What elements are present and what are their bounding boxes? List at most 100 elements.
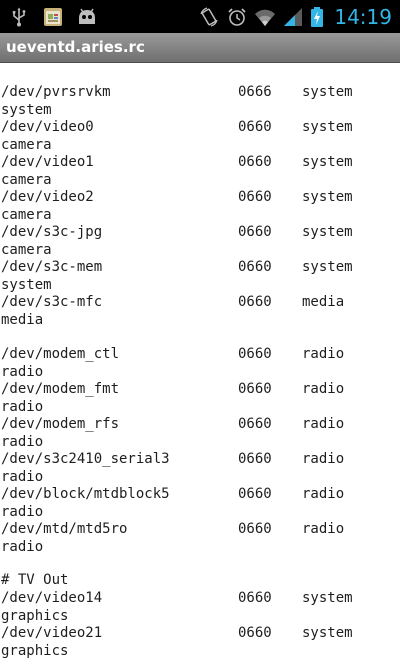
text-line: /dev/video14 0660 system (0, 589, 400, 607)
device-path: /dev/video14 (1, 590, 103, 606)
text-line: system (0, 276, 400, 294)
owner-user: system (302, 119, 353, 135)
permission-value: 0666 (238, 84, 272, 100)
owner-group: media (1, 312, 44, 328)
permission-value: 0660 (238, 416, 272, 432)
permission-value: 0660 (238, 521, 272, 537)
clock: 14:19 (334, 5, 392, 29)
device-path: /dev/s3c-jpg (1, 224, 103, 240)
permission-value: 0660 (238, 154, 272, 170)
file-content[interactable]: /dev/pvrsrvkm 0666 system system /dev/vi… (0, 63, 400, 664)
device-path: /dev/s3c-mem (1, 259, 103, 275)
device-path: /dev/pvrsrvkm (1, 84, 111, 100)
text-line: /dev/pvrsrvkm 0666 system (0, 83, 400, 101)
text-line: radio (0, 433, 400, 451)
owner-group: radio (1, 539, 44, 555)
text-line: /dev/mtd/mtd5ro 0660 radio (0, 520, 400, 538)
text-line: radio (0, 538, 400, 556)
owner-group: radio (1, 364, 44, 380)
owner-group: graphics (1, 643, 69, 659)
text-line: radio (0, 398, 400, 416)
owner-group: radio (1, 399, 44, 415)
owner-user: radio (302, 521, 345, 537)
text-line: /dev/modem_ctl 0660 radio (0, 345, 400, 363)
text-line: /dev/video0 0660 system (0, 118, 400, 136)
device-path: /dev/video1 (1, 154, 94, 170)
owner-group: radio (1, 434, 44, 450)
owner-user: system (302, 84, 353, 100)
text-line: /dev/video2 0660 system (0, 188, 400, 206)
device-path: /dev/modem_rfs (1, 416, 120, 432)
text-line: camera (0, 136, 400, 154)
text-line: /dev/video1 0660 system (0, 153, 400, 171)
battery-charging-icon (310, 6, 324, 28)
device-path: /dev/mtd/mtd5ro (1, 521, 128, 537)
permission-value: 0660 (238, 346, 272, 362)
permission-value: 0660 (238, 294, 272, 310)
device-path: /dev/s3c-mfc (1, 294, 103, 310)
permission-value: 0660 (238, 625, 272, 641)
wifi-icon (254, 6, 276, 28)
text-line: radio (0, 468, 400, 486)
cell-signal-icon (282, 6, 304, 28)
permission-value: 0660 (238, 224, 272, 240)
permission-value: 0660 (238, 486, 272, 502)
owner-user: radio (302, 381, 345, 397)
text-line: camera (0, 206, 400, 224)
owner-user: system (302, 224, 353, 240)
usb-icon (8, 6, 30, 28)
owner-group: radio (1, 504, 44, 520)
text-line: /dev/modem_fmt 0660 radio (0, 380, 400, 398)
owner-user: system (302, 590, 353, 606)
page-title: ueventd.aries.rc (6, 38, 145, 56)
owner-group: graphics (1, 608, 69, 624)
text-line: radio (0, 503, 400, 521)
comment-line: # TV Out (0, 571, 400, 589)
permission-value: 0660 (238, 381, 272, 397)
text-line: /dev/s3c2410_serial3 0660 radio (0, 450, 400, 468)
permission-value: 0660 (238, 119, 272, 135)
owner-user: radio (302, 486, 345, 502)
text-line: system (0, 101, 400, 119)
permission-value: 0660 (238, 451, 272, 467)
text-line: /dev/s3c-jpg 0660 system (0, 223, 400, 241)
text-line: camera (0, 171, 400, 189)
device-path: /dev/s3c2410_serial3 (1, 451, 170, 467)
notes-app-icon (42, 6, 64, 28)
device-path: /dev/video0 (1, 119, 94, 135)
text-line: /dev/modem_rfs 0660 radio (0, 415, 400, 433)
owner-group: camera (1, 242, 52, 258)
owner-group: camera (1, 172, 52, 188)
device-path: /dev/modem_ctl (1, 346, 120, 362)
device-path: /dev/modem_fmt (1, 381, 120, 397)
owner-user: system (302, 189, 353, 205)
owner-group: radio (1, 469, 44, 485)
device-path: /dev/block/mtdblock5 (1, 486, 170, 502)
android-debug-icon (76, 6, 98, 28)
status-bar: 14:19 (0, 0, 400, 33)
owner-user: system (302, 154, 353, 170)
text-line: /dev/s3c-mfc 0660 media (0, 293, 400, 311)
owner-user: media (302, 294, 345, 310)
device-path: /dev/video2 (1, 189, 94, 205)
screen-rotation-icon (198, 6, 220, 28)
owner-user: radio (302, 346, 345, 362)
owner-user: radio (302, 451, 345, 467)
owner-group: camera (1, 207, 52, 223)
text-line: camera (0, 241, 400, 259)
owner-user: system (302, 259, 353, 275)
comment-text: # TV Out (1, 572, 69, 588)
permission-value: 0660 (238, 189, 272, 205)
permission-value: 0660 (238, 590, 272, 606)
owner-user: radio (302, 416, 345, 432)
title-bar: ueventd.aries.rc (0, 33, 400, 63)
device-path: /dev/video21 (1, 625, 103, 641)
alarm-icon (226, 6, 248, 28)
owner-user: system (302, 625, 353, 641)
permission-value: 0660 (238, 259, 272, 275)
owner-group: camera (1, 137, 52, 153)
text-line: radio (0, 363, 400, 381)
text-line: graphics (0, 607, 400, 625)
text-line: media (0, 311, 400, 329)
owner-group: system (1, 102, 52, 118)
